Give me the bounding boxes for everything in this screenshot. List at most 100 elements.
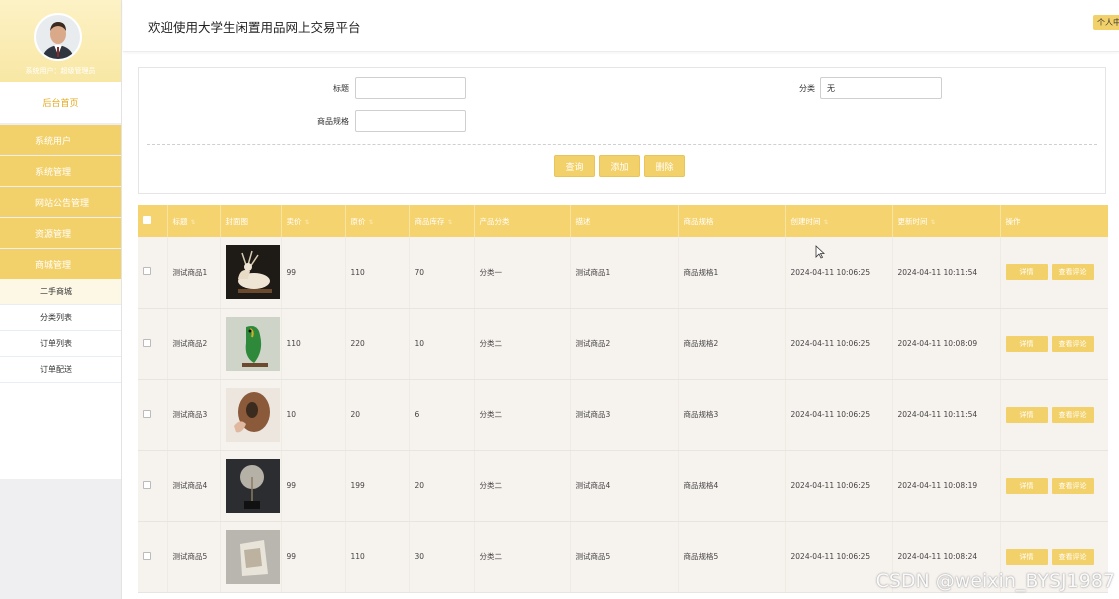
cell-desc: 测试商品5 (570, 521, 679, 593)
sidebar-menu-announcements[interactable]: 网站公告管理 (0, 187, 121, 217)
header-stock[interactable]: 商品库存 ⇅ (409, 205, 475, 237)
header-label: 商品规格 (683, 216, 714, 226)
view-comments-button[interactable]: 查看评论 (1051, 264, 1094, 281)
header-cover: 封面图 (220, 205, 282, 237)
header-actions: 操作 (1000, 205, 1108, 237)
header-label: 标题 (172, 216, 188, 226)
sidebar-header: 系统用户：超级管理员 (0, 0, 121, 82)
cell-cover (220, 450, 282, 522)
view-comments-button[interactable]: 查看评论 (1051, 477, 1094, 494)
avatar[interactable] (34, 13, 82, 61)
cell-created: 2024-04-11 10:06:25 (785, 450, 893, 522)
cell-stock: 10 (409, 308, 475, 380)
watermark: CSDN @weixin_BYSJ1987 (875, 570, 1115, 592)
header-title[interactable]: 标题 ⇅ (167, 205, 221, 237)
sidebar-home[interactable]: 后台首页 (0, 82, 121, 124)
table-row: 测试商品4 99 199 20 分类二 测试商品4 商品规格4 2024-04-… (138, 450, 1108, 522)
header-updated[interactable]: 更新时间 ⇅ (892, 205, 1001, 237)
cell-cover (220, 379, 282, 451)
cover-image (225, 529, 280, 584)
header-created[interactable]: 创建时间 ⇅ (785, 205, 893, 237)
category-label: 分类 (799, 84, 815, 93)
query-button[interactable]: 查询 (554, 155, 595, 177)
cell-title: 测试商品1 (167, 237, 221, 309)
delete-button[interactable]: 删除 (644, 155, 685, 177)
title-input[interactable] (355, 77, 466, 99)
cell-price: 110 (281, 308, 346, 380)
sidebar-sub-category-list[interactable]: 分类列表 (0, 305, 121, 331)
cell-title: 测试商品4 (167, 450, 221, 522)
view-comments-button[interactable]: 查看评论 (1051, 406, 1094, 423)
sort-icon[interactable]: ⇅ (305, 219, 310, 226)
sidebar-menu-resources[interactable]: 资源管理 (0, 218, 121, 248)
cell-cover (220, 521, 282, 593)
view-comments-button[interactable]: 查看评论 (1051, 335, 1094, 352)
sidebar-sub-secondhand-mall[interactable]: 二手商城 (0, 279, 121, 305)
header-label: 操作 (1005, 216, 1021, 226)
spec-label: 商品规格 (317, 117, 349, 126)
sidebar-sub-order-list[interactable]: 订单列表 (0, 331, 121, 357)
row-checkbox[interactable] (143, 480, 151, 489)
cell-updated: 2024-04-11 10:11:54 (892, 237, 1001, 309)
cell-orig-price: 199 (345, 450, 410, 522)
sort-icon[interactable]: ⇅ (931, 219, 936, 226)
select-all-cell[interactable] (138, 205, 168, 237)
product-table: 标题 ⇅ 封面图 卖价 ⇅ 原价 ⇅ 商品库存 ⇅ 产品分类 描述 商品规格 创建时间 ⇅… (138, 205, 1108, 599)
category-select[interactable]: 无 (820, 77, 942, 99)
cell-created: 2024-04-11 10:06:25 (785, 308, 893, 380)
detail-button[interactable]: 详情 (1005, 406, 1048, 423)
cell-stock: 6 (409, 379, 475, 451)
cell-price: 99 (281, 450, 346, 522)
header-price[interactable]: 卖价 ⇅ (281, 205, 346, 237)
row-checkbox[interactable] (143, 551, 151, 560)
sidebar-user-text: 系统用户：超级管理员 (25, 67, 96, 75)
row-select-cell[interactable] (138, 237, 168, 309)
table-header-row: 标题 ⇅ 封面图 卖价 ⇅ 原价 ⇅ 商品库存 ⇅ 产品分类 描述 商品规格 创建时间 ⇅… (138, 205, 1108, 237)
cell-actions: 详情 查看评论 (1000, 379, 1108, 451)
row-checkbox[interactable] (143, 409, 151, 418)
row-select-cell[interactable] (138, 450, 168, 522)
header-label: 描述 (575, 216, 591, 226)
header-desc: 描述 (570, 205, 679, 237)
detail-button[interactable]: 详情 (1005, 477, 1048, 494)
row-select-cell[interactable] (138, 379, 168, 451)
sort-icon[interactable]: ⇅ (369, 219, 374, 226)
add-button[interactable]: 添加 (599, 155, 640, 177)
title-label: 标题 (333, 84, 349, 93)
sidebar-menu-system-management[interactable]: 系统管理 (0, 156, 121, 186)
sidebar-menu-system-users[interactable]: 系统用户 (0, 125, 121, 155)
sidebar-menu-mall[interactable]: 商城管理 (0, 249, 121, 279)
cell-price: 10 (281, 379, 346, 451)
row-select-cell[interactable] (138, 308, 168, 380)
sort-icon[interactable]: ⇅ (448, 219, 453, 226)
cell-spec: 商品规格5 (678, 521, 786, 593)
cell-category: 分类一 (474, 237, 571, 309)
cell-updated: 2024-04-11 10:08:19 (892, 450, 1001, 522)
header-category: 产品分类 (474, 205, 571, 237)
spec-input[interactable] (355, 110, 466, 132)
select-all-checkbox[interactable] (143, 216, 151, 224)
header-orig-price[interactable]: 原价 ⇅ (345, 205, 410, 237)
cell-category: 分类二 (474, 450, 571, 522)
cell-title: 测试商品3 (167, 379, 221, 451)
detail-button[interactable]: 详情 (1005, 548, 1048, 565)
header-spec: 商品规格 (678, 205, 786, 237)
cell-desc: 测试商品1 (570, 237, 679, 309)
table-row: 测试商品2 110 220 10 分类二 测试商品2 商品规格2 2024-04… (138, 308, 1108, 380)
cover-image (225, 316, 280, 371)
detail-button[interactable]: 详情 (1005, 264, 1048, 281)
row-checkbox[interactable] (143, 267, 151, 276)
cell-spec: 商品规格4 (678, 450, 786, 522)
detail-button[interactable]: 详情 (1005, 335, 1048, 352)
row-checkbox[interactable] (143, 338, 151, 347)
row-select-cell[interactable] (138, 521, 168, 593)
sidebar-sub-order-delivery[interactable]: 订单配送 (0, 357, 121, 383)
cell-stock: 30 (409, 521, 475, 593)
sort-icon[interactable]: ⇅ (824, 219, 829, 226)
cell-price: 99 (281, 237, 346, 309)
view-comments-button[interactable]: 查看评论 (1051, 548, 1094, 565)
cell-orig-price: 110 (345, 521, 410, 593)
cover-image (225, 387, 280, 442)
sort-icon[interactable]: ⇅ (191, 219, 196, 226)
personal-center-button[interactable]: 个人中心 (1093, 15, 1119, 30)
